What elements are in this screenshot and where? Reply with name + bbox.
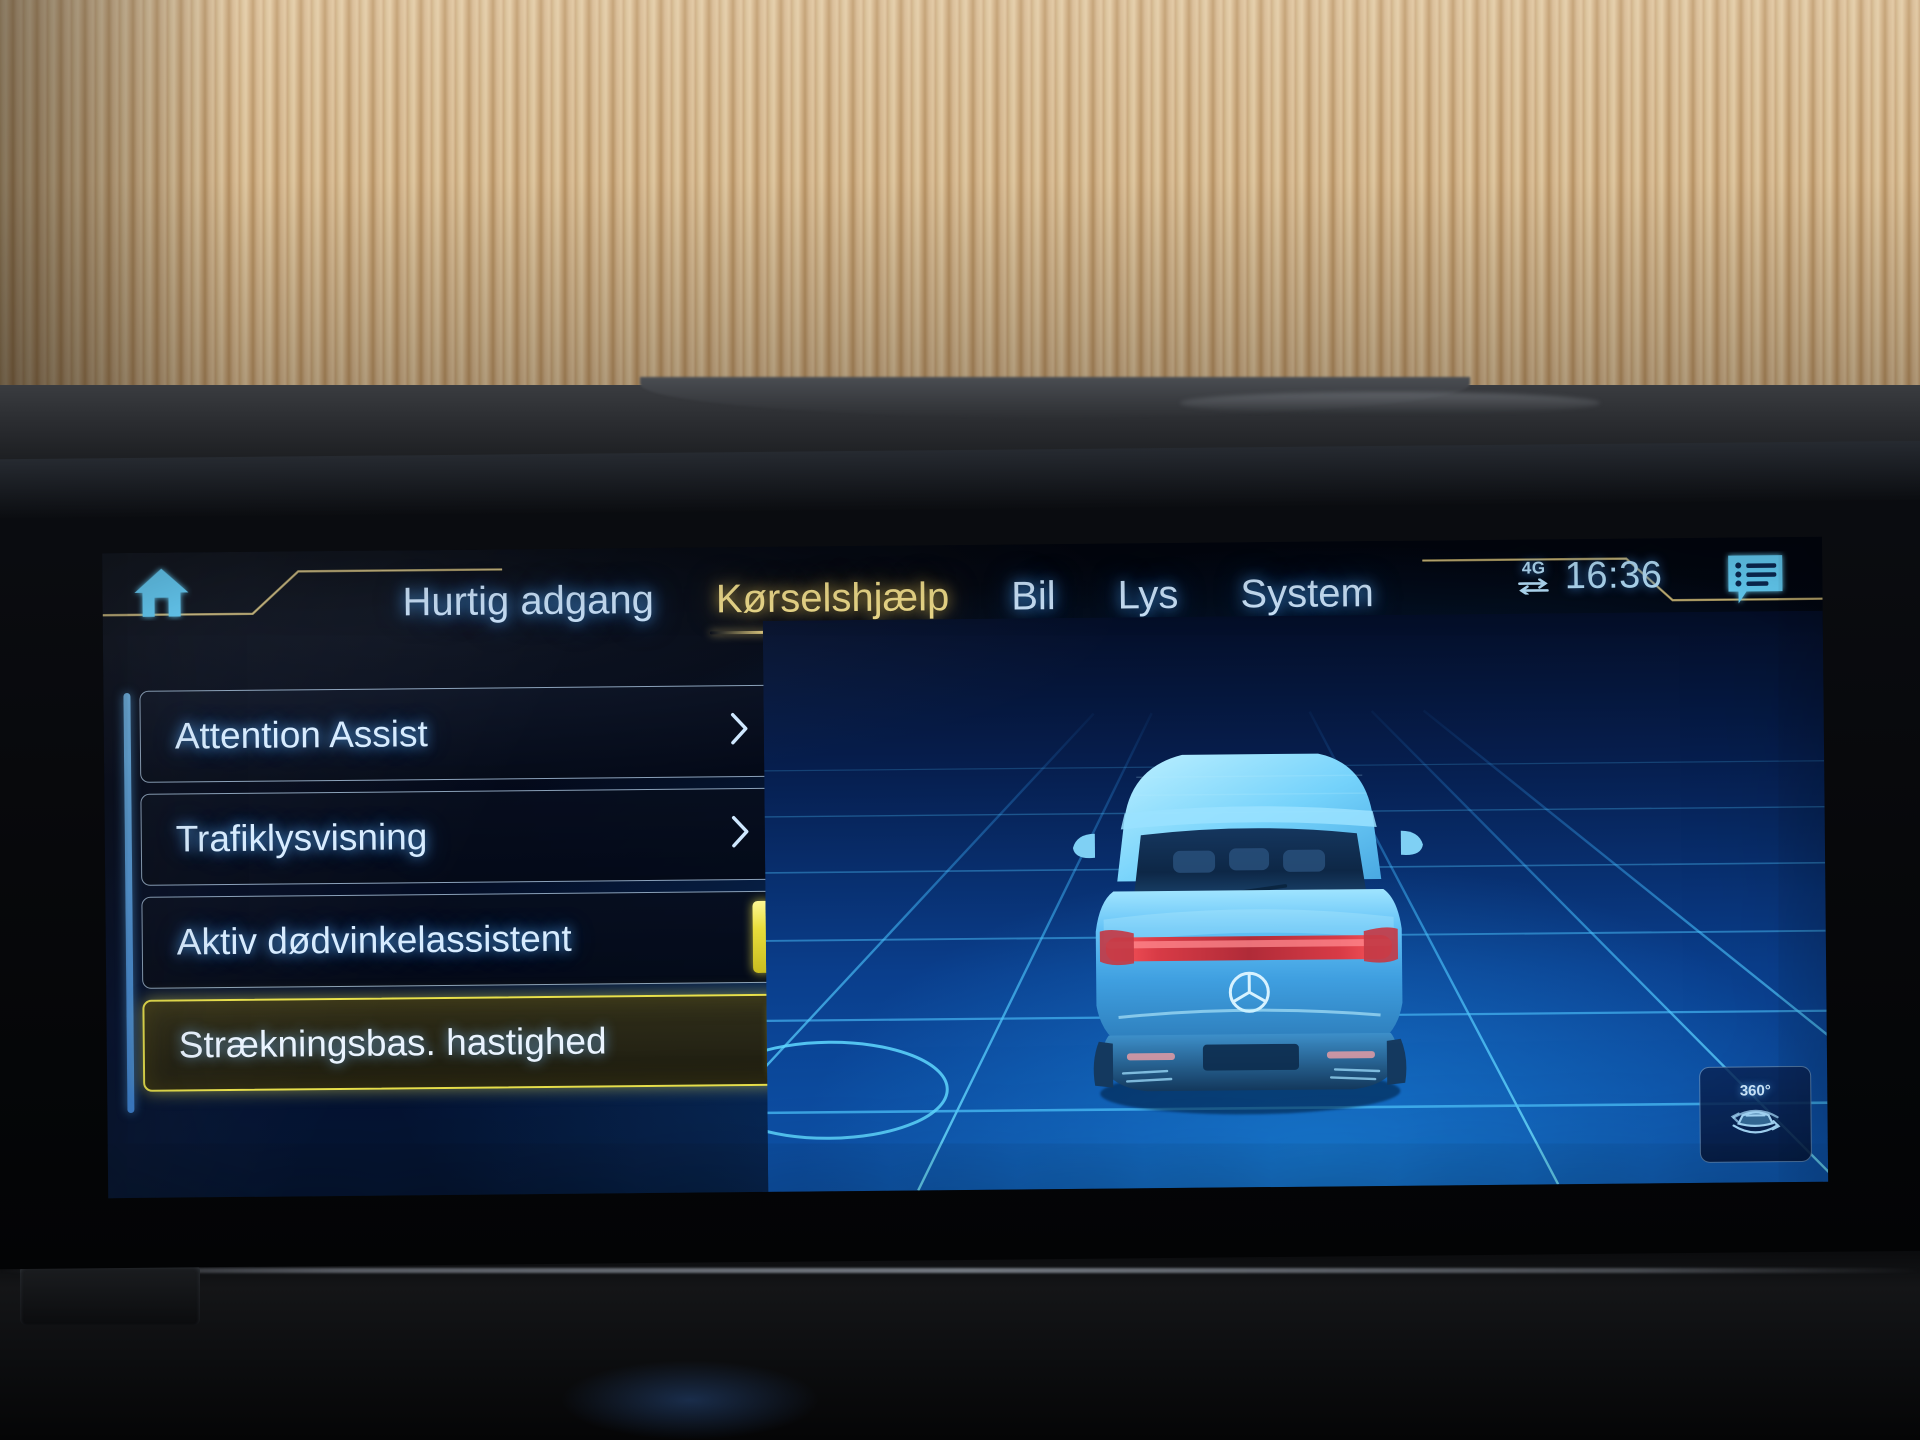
photo-scene: 4G 16:36 Hurtig adgang Kørselshjælp Bil … bbox=[0, 0, 1920, 1440]
list-item-aktiv-doedvinkelassistent[interactable]: Aktiv dødvinkelassistent bbox=[141, 890, 781, 989]
chevron-right-icon bbox=[730, 815, 750, 854]
cam360-label: 360° bbox=[1739, 1081, 1771, 1100]
tab-label: Lys bbox=[1117, 572, 1179, 618]
tab-label: Kørselshjælp bbox=[715, 575, 950, 622]
tab-label: Bil bbox=[1011, 574, 1056, 619]
tab-label: Hurtig adgang bbox=[402, 577, 655, 625]
surround-view-button[interactable]: 360° bbox=[1699, 1065, 1812, 1163]
vehicle-model-3d bbox=[1032, 702, 1466, 1136]
list-item-label: Attention Assist bbox=[174, 713, 428, 757]
list-item-label: Trafiklysvisning bbox=[175, 816, 428, 860]
chevron-right-icon bbox=[729, 712, 749, 751]
surround-view-icon bbox=[1730, 1109, 1781, 1133]
dashboard-seam bbox=[1180, 392, 1600, 414]
air-vent bbox=[20, 1265, 200, 1325]
list-item-straekningsbas-hastighed[interactable]: Strækningsbas. hastighed bbox=[142, 993, 804, 1092]
vehicle-visualization: 360° bbox=[762, 610, 1829, 1192]
wooden-wall-background bbox=[0, 0, 1920, 400]
list-item-attention-assist[interactable]: Attention Assist bbox=[139, 684, 779, 783]
settings-list: Attention Assist Trafiklysvisning Aktiv … bbox=[139, 684, 804, 1103]
tab-label: System bbox=[1240, 571, 1374, 617]
scroll-indicator[interactable] bbox=[123, 692, 135, 1114]
list-item-label: Aktiv dødvinkelassistent bbox=[176, 917, 572, 963]
infotainment-screen: 4G 16:36 Hurtig adgang Kørselshjælp Bil … bbox=[102, 536, 1829, 1199]
dashboard-bottom bbox=[0, 1250, 1920, 1440]
wall-shadow bbox=[0, 0, 240, 400]
display-bezel: 4G 16:36 Hurtig adgang Kørselshjælp Bil … bbox=[0, 440, 1920, 1270]
list-item-label: Strækningsbas. hastighed bbox=[178, 1020, 607, 1066]
console-glow bbox=[560, 1360, 820, 1440]
list-item-trafiklysvisning[interactable]: Trafiklysvisning bbox=[140, 787, 780, 886]
tab-hurtig-adgang[interactable]: Hurtig adgang bbox=[402, 578, 654, 637]
